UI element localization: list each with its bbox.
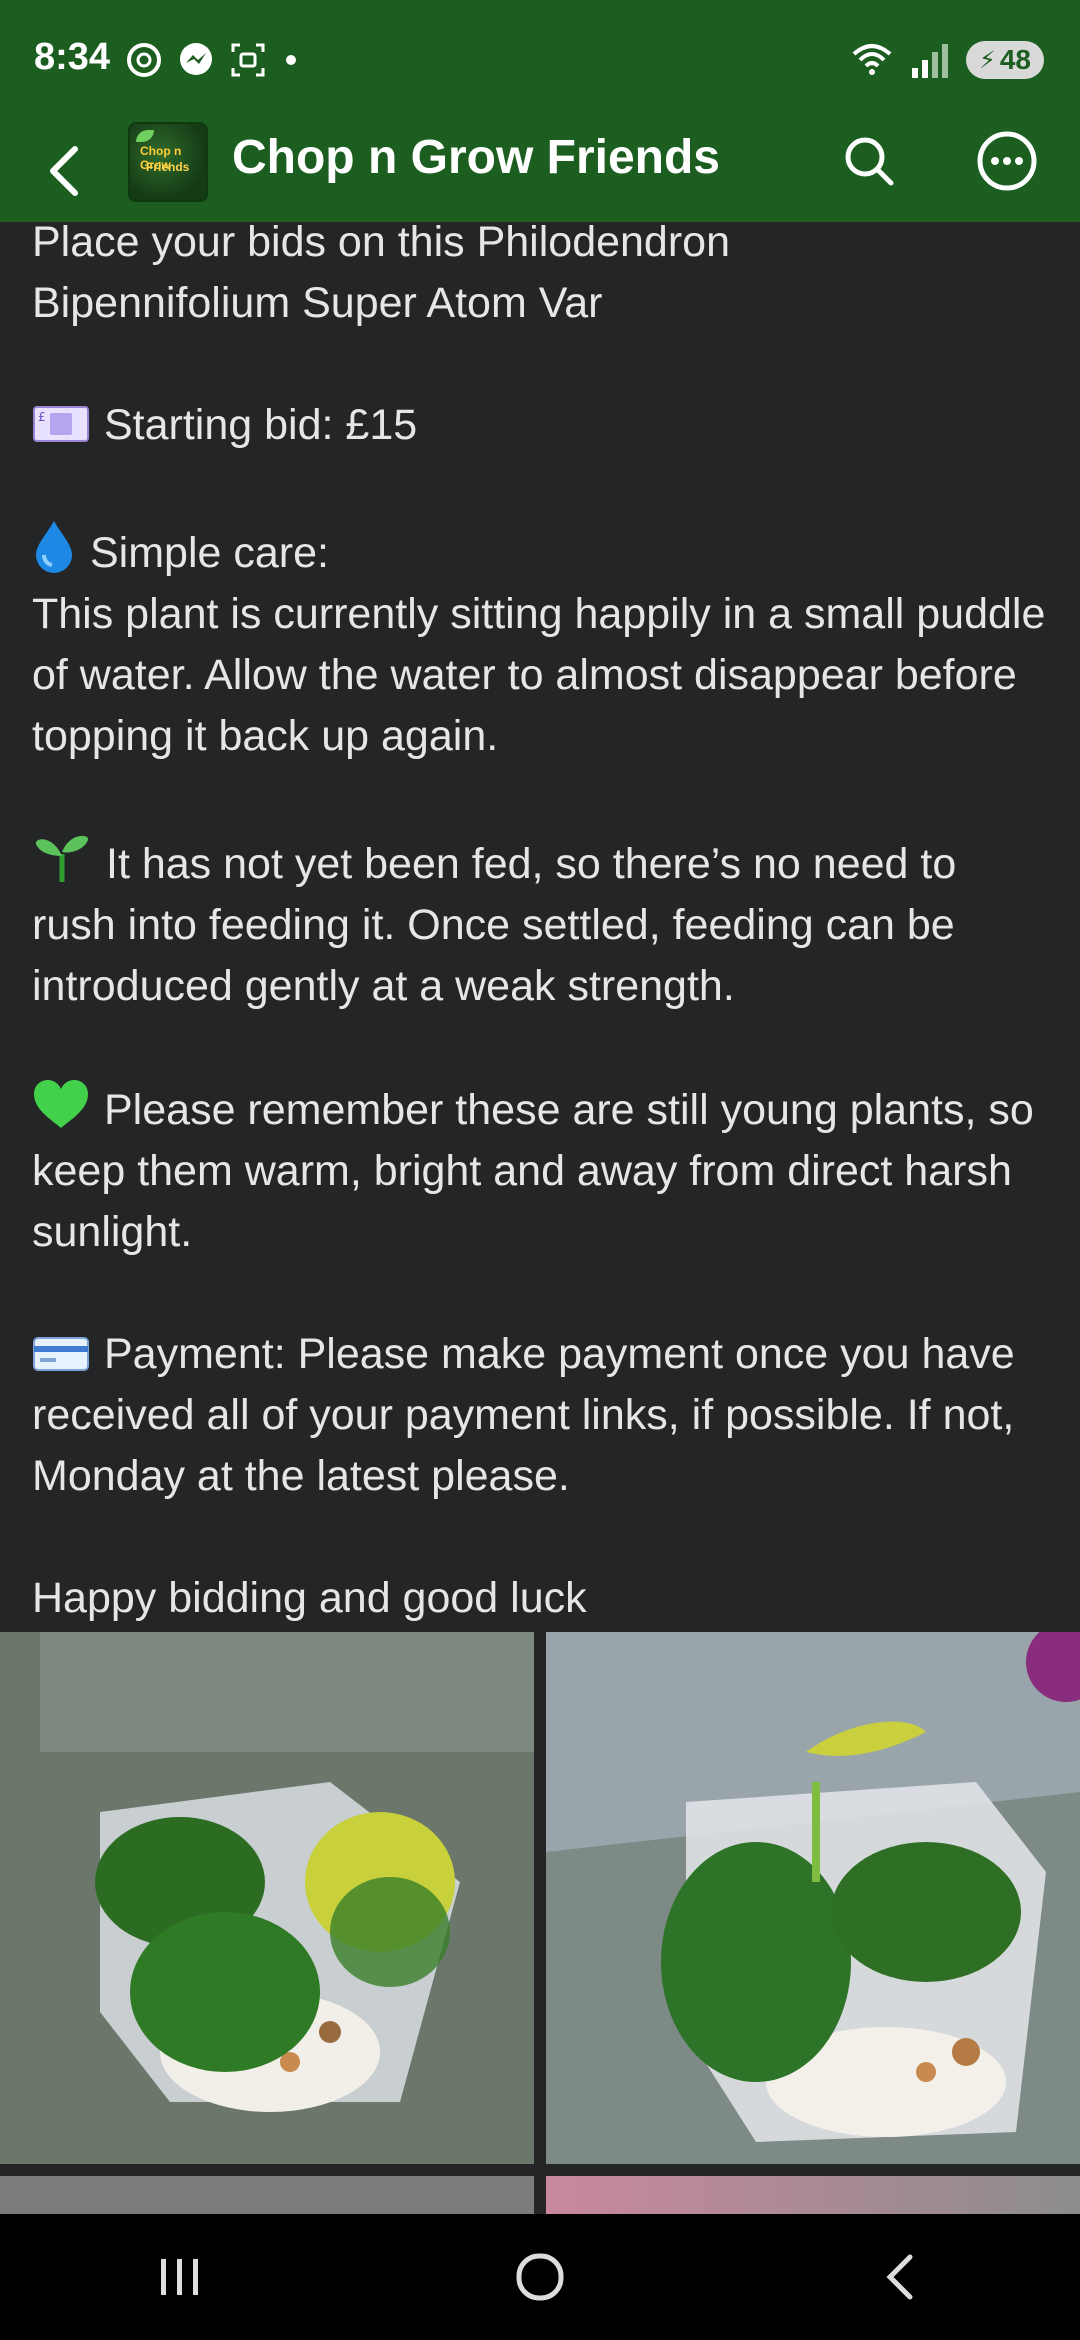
threads-icon xyxy=(127,43,161,77)
closing-line: Happy bidding and good luck xyxy=(32,1574,587,1622)
messenger-icon xyxy=(180,43,212,75)
green-heart-icon xyxy=(34,1080,88,1128)
credit-card-icon xyxy=(33,1337,89,1371)
more-icon xyxy=(977,131,1037,191)
post-intro: Place your bids on this Philodendron Bip… xyxy=(32,218,730,327)
more-options-button[interactable] xyxy=(974,128,1040,194)
care-section: Simple care: This plant is currently sit… xyxy=(32,517,1048,767)
back-arrow-icon xyxy=(50,146,78,196)
post-body: Place your bids on this Philodendron Bip… xyxy=(32,212,1048,1690)
status-bar: 8:34 ⚡ 48 xyxy=(0,0,1080,120)
status-time: 8:34 xyxy=(34,36,111,78)
screenshot-icon xyxy=(231,43,265,77)
charging-bolt-icon: ⚡ xyxy=(978,46,996,74)
seedling-icon xyxy=(35,835,89,882)
payment-section: Payment: Please make payment once you ha… xyxy=(32,1330,1015,1500)
plant-photo-3[interactable] xyxy=(0,2176,534,2214)
plant-photo-1[interactable] xyxy=(0,1632,534,2164)
recent-apps-button[interactable] xyxy=(120,2237,240,2317)
home-icon xyxy=(516,2253,564,2301)
group-title[interactable]: Chop n Grow Friends xyxy=(232,130,720,185)
status-right-icons: ⚡ 48 xyxy=(850,38,1044,82)
water-drop-icon xyxy=(36,521,72,573)
search-button[interactable] xyxy=(836,128,902,194)
banknote-icon: £ xyxy=(33,406,89,442)
plant-photo-4[interactable] xyxy=(546,2176,1080,2214)
search-icon xyxy=(845,137,894,186)
notification-dot xyxy=(286,55,296,65)
battery-icon: ⚡ 48 xyxy=(966,41,1044,79)
back-button[interactable] xyxy=(30,136,100,206)
feeding-section: It has not yet been fed, so there’s no n… xyxy=(32,828,1048,1017)
group-logo[interactable]: Chop n Grow Friends xyxy=(128,122,208,202)
system-nav-bar xyxy=(0,2214,1080,2340)
recent-apps-icon xyxy=(161,2259,198,2295)
back-nav-button[interactable] xyxy=(840,2237,960,2317)
signal-icon xyxy=(912,44,948,78)
status-left-icons xyxy=(124,40,296,80)
wifi-icon xyxy=(852,44,892,75)
svg-text:£: £ xyxy=(38,410,46,424)
leaf-icon xyxy=(136,130,154,142)
plant-image-1 xyxy=(0,1632,534,2164)
home-button[interactable] xyxy=(480,2237,600,2317)
back-nav-icon xyxy=(886,2254,913,2300)
starting-bid: £ Starting bid: £15 xyxy=(32,395,1048,456)
battery-level: 48 xyxy=(999,44,1031,75)
photo-grid xyxy=(0,1632,1080,2214)
plant-image-2 xyxy=(546,1632,1080,2164)
plant-photo-2[interactable] xyxy=(546,1632,1080,2164)
young-plants-section: Please remember these are still young pl… xyxy=(32,1078,1048,1263)
